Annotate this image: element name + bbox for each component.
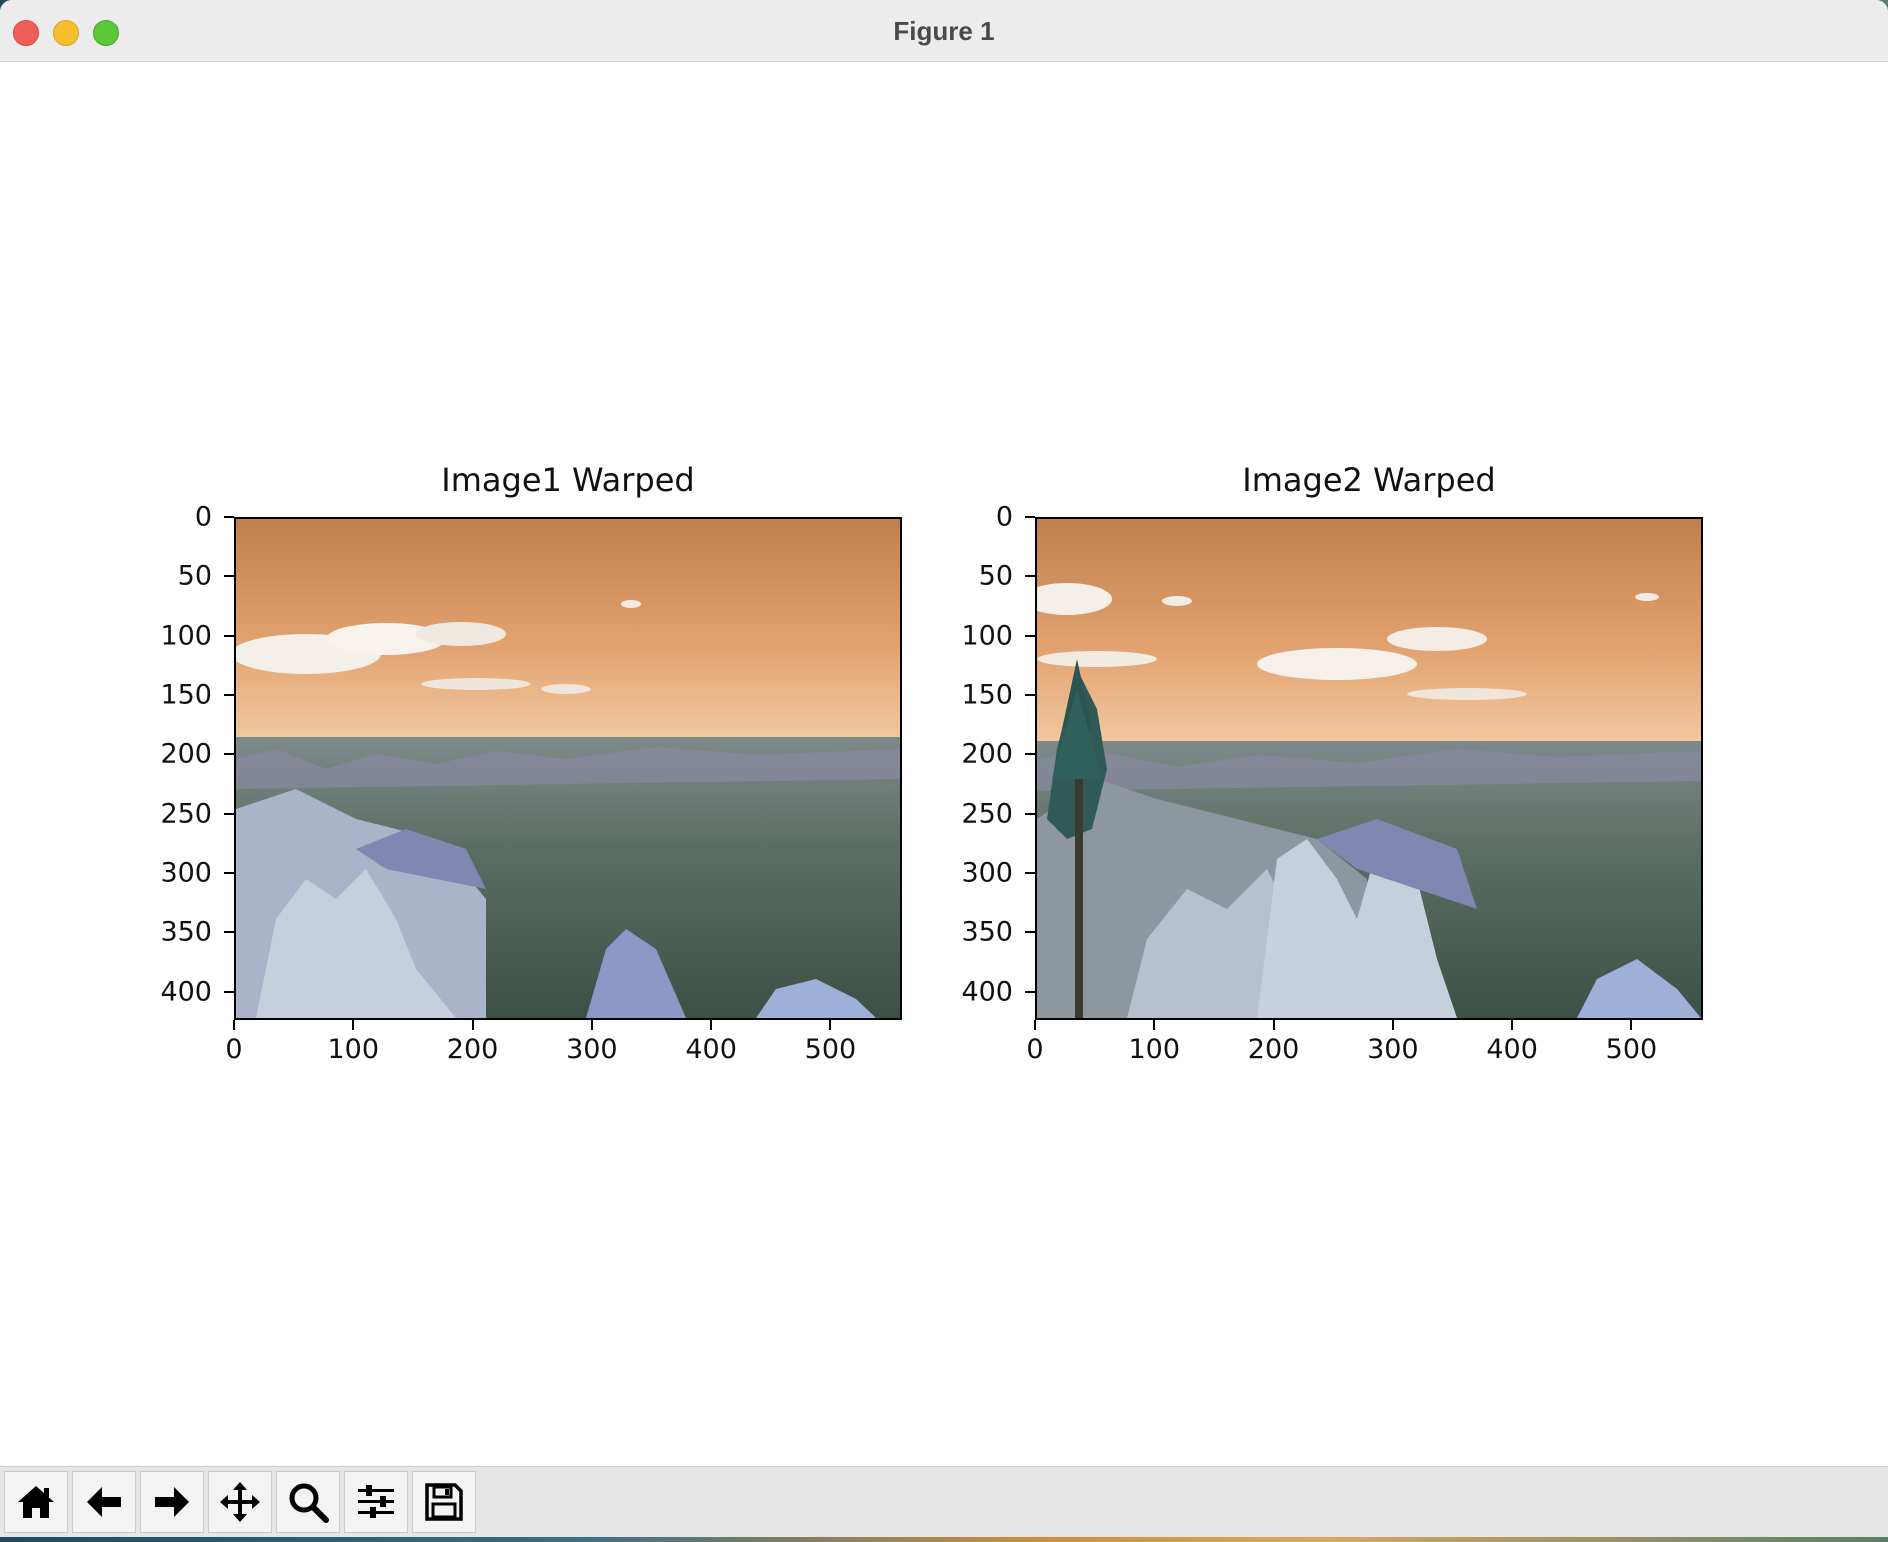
y-tick-mark xyxy=(1025,812,1035,815)
figure-window: Figure 1 Image1 Warped 0 50 100 150 200 … xyxy=(0,0,1888,1537)
x-tick-mark xyxy=(1153,1020,1156,1030)
y-tick-label: 250 xyxy=(160,798,212,830)
y-tick-label: 400 xyxy=(160,976,212,1008)
x-tick-mark xyxy=(1272,1020,1275,1030)
x-tick-mark xyxy=(1391,1020,1394,1030)
axes-title: Image1 Warped xyxy=(441,461,695,499)
y-tick-label: 400 xyxy=(961,976,1013,1008)
back-button[interactable] xyxy=(72,1471,136,1533)
y-tick-mark xyxy=(224,990,234,993)
x-tick-mark xyxy=(471,1020,474,1030)
y-tick-mark xyxy=(1025,990,1035,993)
y-tick-label: 350 xyxy=(160,916,212,948)
y-tick-mark xyxy=(224,693,234,696)
axes-image2[interactable]: Image2 Warped 0 50 100 150 200 250 300 3… xyxy=(961,461,1703,1065)
axes-title: Image2 Warped xyxy=(1242,461,1496,499)
zoom-magnifier-icon xyxy=(289,1483,329,1523)
home-button[interactable] xyxy=(4,1471,68,1533)
warped-image-1 xyxy=(234,517,902,1020)
y-tick-label: 200 xyxy=(961,738,1013,770)
y-tick-mark xyxy=(224,575,234,578)
y-tick-label: 300 xyxy=(160,857,212,889)
back-arrow-icon xyxy=(87,1487,121,1517)
x-tick-label: 200 xyxy=(1247,1034,1300,1065)
y-tick-label: 50 xyxy=(978,560,1013,592)
forward-button[interactable] xyxy=(140,1471,204,1533)
x-tick-mark xyxy=(829,1020,832,1030)
y-tick-label: 50 xyxy=(177,560,212,592)
y-tick-label: 350 xyxy=(961,916,1013,948)
pan-move-icon xyxy=(220,1482,260,1522)
home-icon xyxy=(18,1486,54,1518)
axes-image1[interactable]: Image1 Warped 0 50 100 150 200 250 300 3… xyxy=(160,461,902,1065)
window-title: Figure 1 xyxy=(893,16,995,46)
y-tick-label: 150 xyxy=(160,679,212,711)
figure-canvas[interactable]: Image1 Warped 0 50 100 150 200 250 300 3… xyxy=(0,62,1888,1466)
x-tick-label: 200 xyxy=(446,1034,499,1065)
zoom-button[interactable] xyxy=(276,1471,340,1533)
y-tick-label: 300 xyxy=(961,857,1013,889)
x-tick-mark xyxy=(590,1020,593,1030)
configure-subplots-button[interactable] xyxy=(344,1471,408,1533)
x-tick-label: 400 xyxy=(685,1034,737,1065)
y-tick-mark xyxy=(224,871,234,874)
navigation-toolbar xyxy=(0,1466,1888,1537)
x-tick-mark xyxy=(1630,1020,1633,1030)
y-tick-mark xyxy=(224,516,234,518)
y-tick-mark xyxy=(224,812,234,815)
x-tick-mark xyxy=(352,1020,355,1030)
x-tick-mark xyxy=(710,1020,713,1030)
y-tick-label: 250 xyxy=(961,798,1013,830)
x-tick-label: 0 xyxy=(225,1034,243,1065)
save-button[interactable] xyxy=(412,1471,476,1533)
x-tick-mark xyxy=(233,1020,235,1030)
configure-subplots-icon xyxy=(358,1485,394,1518)
y-tick-mark xyxy=(1025,516,1035,518)
x-tick-label: 400 xyxy=(1486,1034,1538,1065)
x-tick-label: 500 xyxy=(1605,1034,1658,1065)
x-tick-label: 0 xyxy=(1026,1034,1044,1065)
y-tick-label: 100 xyxy=(961,620,1013,652)
y-tick-mark xyxy=(1025,871,1035,874)
y-tick-mark xyxy=(1025,634,1035,637)
x-tick-label: 500 xyxy=(804,1034,857,1065)
x-tick-label: 100 xyxy=(327,1034,380,1065)
save-floppy-icon xyxy=(425,1483,463,1521)
y-tick-mark xyxy=(1025,931,1035,934)
y-tick-mark xyxy=(224,753,234,756)
y-tick-mark xyxy=(224,634,234,637)
x-tick-label: 300 xyxy=(566,1034,618,1065)
x-tick-mark xyxy=(1511,1020,1514,1030)
warped-image-2 xyxy=(1035,517,1703,1020)
y-tick-label: 150 xyxy=(961,679,1013,711)
pan-button[interactable] xyxy=(208,1471,272,1533)
y-tick-label: 100 xyxy=(160,620,212,652)
title-bar: Figure 1 xyxy=(0,0,1888,62)
x-tick-label: 300 xyxy=(1367,1034,1419,1065)
x-tick-mark xyxy=(1034,1020,1036,1030)
x-tick-label: 100 xyxy=(1128,1034,1181,1065)
forward-arrow-icon xyxy=(155,1487,189,1517)
y-tick-mark xyxy=(1025,575,1035,578)
y-tick-label: 0 xyxy=(194,501,212,533)
y-tick-label: 200 xyxy=(160,738,212,770)
y-tick-mark xyxy=(1025,693,1035,696)
y-tick-label: 0 xyxy=(995,501,1013,533)
y-tick-mark xyxy=(1025,753,1035,756)
y-tick-mark xyxy=(224,931,234,934)
